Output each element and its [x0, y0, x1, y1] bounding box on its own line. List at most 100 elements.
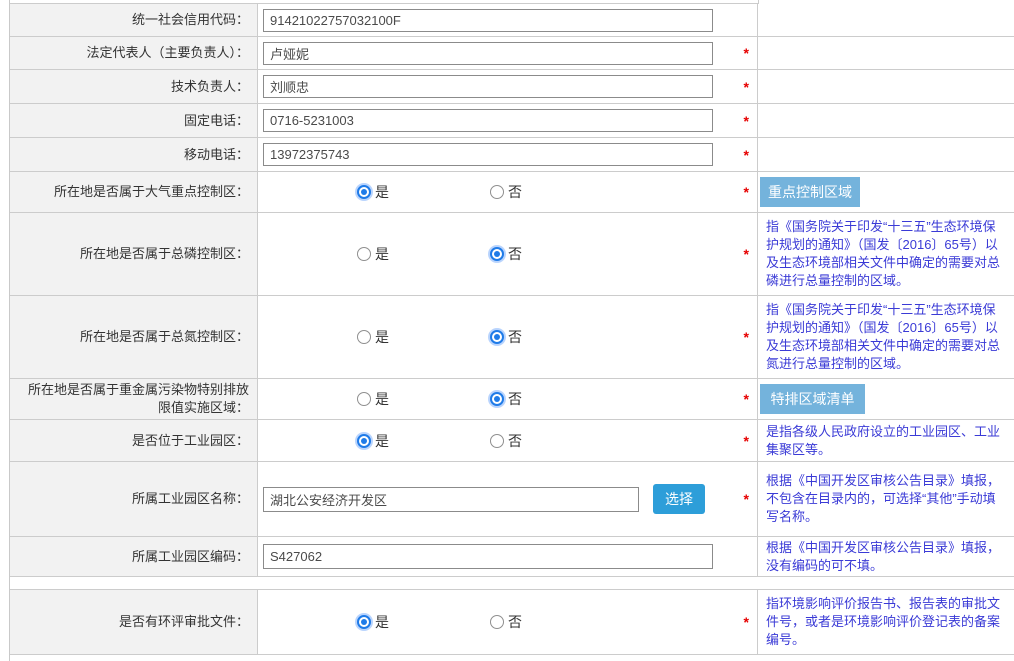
required-asterisk: *	[744, 329, 749, 345]
row-phosphorus-control-zone: 所在地是否属于总磷控制区： 是 否 * 指《国务院关于印发“十三五”生态环境保护…	[10, 213, 1014, 296]
radio-yes-label: 是	[375, 431, 389, 451]
radio-yes-label: 是	[375, 389, 389, 409]
field-content: *	[258, 104, 758, 137]
radio-option-no[interactable]: 否	[490, 182, 522, 202]
row-nitrogen-control-zone: 所在地是否属于总氮控制区： 是 否 * 指《国务院关于印发“十三五”生态环境保护…	[10, 296, 1014, 379]
field-label: 所在地是否属于大气重点控制区：	[10, 172, 258, 212]
radio-unselected-icon[interactable]	[357, 330, 371, 344]
field-content: *	[258, 70, 758, 103]
required-asterisk: *	[744, 391, 749, 407]
radio-option-no[interactable]: 否	[490, 389, 522, 409]
radio-selected-icon[interactable]	[490, 330, 504, 344]
special-emission-list-button[interactable]: 特排区域清单	[760, 384, 865, 414]
field-label-text: 是否位于工业园区：	[132, 432, 249, 450]
field-content	[258, 4, 758, 36]
field-label-text: 技术负责人：	[171, 78, 249, 96]
field-label: 固定电话：	[10, 104, 258, 137]
radio-unselected-icon[interactable]	[490, 434, 504, 448]
radio-no-label: 否	[508, 327, 522, 347]
field-label: 所在地是否属于总氮控制区：	[10, 296, 258, 378]
required-asterisk: *	[744, 491, 749, 507]
select-park-button[interactable]: 选择	[653, 484, 705, 514]
eia-info-table: 是否有环评审批文件： 是 否 * 指环境影响评价报告书、报告表的审批文件号，或者…	[10, 589, 1014, 661]
radio-option-no[interactable]: 否	[490, 327, 522, 347]
field-content	[258, 537, 758, 576]
field-note: 是指各级人民政府设立的工业园区、工业集聚区等。	[758, 420, 1014, 461]
radio-option-yes[interactable]: 是	[357, 327, 389, 347]
radio-no-label: 否	[508, 389, 522, 409]
credit-code-input[interactable]	[263, 9, 713, 32]
field-note: 指《国务院关于印发“十三五”生态环境保护规划的通知》（国发〔2016〕65号）以…	[758, 296, 1014, 378]
field-label: 法定代表人（主要负责人）：	[10, 37, 258, 69]
required-asterisk: *	[744, 184, 749, 200]
radio-option-no[interactable]: 否	[490, 244, 522, 264]
radio-selected-icon[interactable]	[490, 247, 504, 261]
required-asterisk: *	[744, 79, 749, 95]
field-label-text: 所在地是否属于总氮控制区：	[80, 328, 249, 346]
help-text: 是指各级人民政府设立的工业园区、工业集聚区等。	[760, 423, 1004, 459]
radio-option-yes[interactable]: 是	[357, 244, 389, 264]
field-label: 所在地是否属于总磷控制区：	[10, 213, 258, 295]
radio-option-yes[interactable]: 是	[357, 612, 389, 632]
field-label-text: 所在地是否属于总磷控制区：	[80, 245, 249, 263]
enterprise-info-table: 统一社会信用代码： 法定代表人（主要负责人）： * 技术负责人： *	[10, 0, 1014, 577]
radio-unselected-icon[interactable]	[357, 247, 371, 261]
radio-unselected-icon[interactable]	[490, 615, 504, 629]
field-label-text: 所属工业园区名称：	[132, 490, 249, 508]
field-note	[758, 138, 1014, 171]
field-label-text: 所属工业园区编码：	[132, 548, 249, 566]
key-control-zone-button[interactable]: 重点控制区域	[760, 177, 860, 207]
required-asterisk: *	[744, 45, 749, 61]
partial-bottom-row	[10, 655, 1014, 661]
landline-phone-input[interactable]	[263, 109, 713, 132]
row-technical-lead: 技术负责人： *	[10, 70, 1014, 104]
field-content: 是 否 *	[258, 379, 758, 419]
field-content: 是 否 *	[258, 172, 758, 212]
industrial-park-code-input[interactable]	[263, 544, 713, 569]
table-section-gap	[10, 577, 1014, 589]
radio-selected-icon[interactable]	[357, 185, 371, 199]
field-label: 统一社会信用代码：	[10, 4, 258, 36]
field-label-text: 法定代表人（主要负责人）：	[86, 44, 249, 62]
row-mobile-phone: 移动电话： *	[10, 138, 1014, 172]
field-note	[758, 70, 1014, 103]
radio-yes-label: 是	[375, 244, 389, 264]
radio-option-no[interactable]: 否	[490, 612, 522, 632]
radio-option-yes[interactable]: 是	[357, 389, 389, 409]
field-label: 是否位于工业园区：	[10, 420, 258, 461]
radio-unselected-icon[interactable]	[490, 185, 504, 199]
mobile-phone-input[interactable]	[263, 143, 713, 166]
radio-no-label: 否	[508, 244, 522, 264]
technical-lead-input[interactable]	[263, 75, 713, 98]
legal-representative-input[interactable]	[263, 42, 713, 65]
help-text: 指《国务院关于印发“十三五”生态环境保护规划的通知》（国发〔2016〕65号）以…	[760, 218, 1004, 290]
field-label-text: 所在地是否属于重金属污染物特别排放限值实施区域：	[22, 381, 249, 417]
required-asterisk: *	[744, 147, 749, 163]
yes-no-radio-group: 是 否	[258, 182, 757, 202]
radio-option-no[interactable]: 否	[490, 431, 522, 451]
help-text: 指《国务院关于印发“十三五”生态环境保护规划的通知》（国发〔2016〕65号）以…	[760, 301, 1004, 373]
row-legal-representative: 法定代表人（主要负责人）： *	[10, 37, 1014, 70]
field-label-text: 所在地是否属于大气重点控制区：	[54, 183, 249, 201]
help-text: 指环境影响评价报告书、报告表的审批文件号，或者是环境影响评价登记表的备案编号。	[760, 595, 1004, 649]
radio-selected-icon[interactable]	[357, 615, 371, 629]
row-in-industrial-park: 是否位于工业园区： 是 否 * 是指各级人民政府设立的工业园区、工业集聚区等。	[10, 420, 1014, 462]
field-label: 所属工业园区名称：	[10, 462, 258, 536]
row-heavy-metal-special-zone: 所在地是否属于重金属污染物特别排放限值实施区域： 是 否 * 特排区域清单	[10, 379, 1014, 420]
yes-no-radio-group: 是 否	[258, 244, 757, 264]
radio-option-yes[interactable]: 是	[357, 182, 389, 202]
field-content: 是 否 *	[258, 213, 758, 295]
radio-option-yes[interactable]: 是	[357, 431, 389, 451]
radio-selected-icon[interactable]	[357, 434, 371, 448]
radio-yes-label: 是	[375, 612, 389, 632]
radio-unselected-icon[interactable]	[357, 392, 371, 406]
industrial-park-name-input[interactable]	[263, 487, 639, 512]
field-note: 根据《中国开发区审核公告目录》填报，没有编码的可不填。	[758, 537, 1014, 576]
field-note: 根据《中国开发区审核公告目录》填报，不包含在目录内的，可选择“其他”手动填写名称…	[758, 462, 1014, 536]
field-label: 所属工业园区编码：	[10, 537, 258, 576]
required-asterisk: *	[744, 614, 749, 630]
radio-selected-icon[interactable]	[490, 392, 504, 406]
field-note	[758, 37, 1014, 69]
row-landline-phone: 固定电话： *	[10, 104, 1014, 138]
form-container: 统一社会信用代码： 法定代表人（主要负责人）： * 技术负责人： *	[9, 0, 1014, 661]
